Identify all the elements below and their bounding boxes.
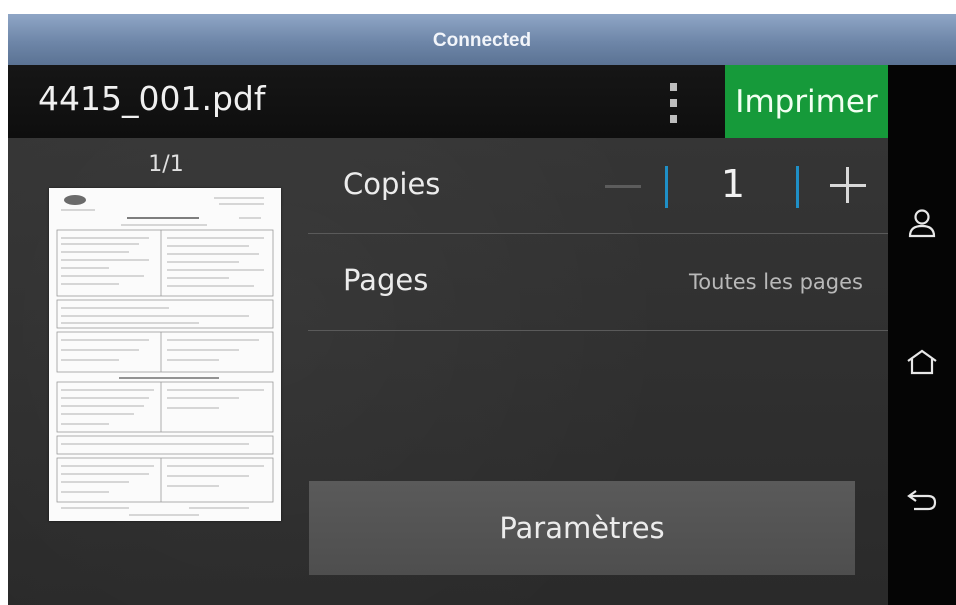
divider bbox=[308, 330, 888, 331]
copies-stepper: 1 bbox=[593, 156, 883, 216]
overflow-vertical-icon[interactable] bbox=[666, 83, 680, 123]
user-icon[interactable] bbox=[900, 202, 944, 246]
back-icon[interactable] bbox=[900, 477, 944, 521]
status-bar: Connected bbox=[8, 14, 956, 65]
menu-dot bbox=[669, 115, 677, 123]
home-icon[interactable] bbox=[900, 340, 944, 384]
copies-value[interactable]: 1 bbox=[693, 162, 773, 206]
menu-dot bbox=[669, 99, 677, 107]
title-bar: 4415_001.pdf Imprimer bbox=[8, 65, 888, 138]
plus-icon[interactable] bbox=[818, 156, 878, 216]
settings-button[interactable]: Paramètres bbox=[309, 481, 855, 575]
screen: Connected 4415_001.pdf Imprimer 1/1 Copi… bbox=[8, 14, 956, 605]
navigation-bar bbox=[888, 65, 956, 605]
menu-dot bbox=[669, 83, 677, 91]
home-icon-graphic bbox=[907, 349, 937, 375]
print-options-panel: 1/1 Copies 1 Pages Toutes les pages Para… bbox=[8, 138, 888, 605]
pages-label: Pages bbox=[343, 263, 429, 297]
copies-row: Copies 1 bbox=[343, 138, 888, 233]
user-icon-graphic bbox=[908, 209, 936, 238]
file-name: 4415_001.pdf bbox=[38, 79, 266, 118]
stepper-separator bbox=[796, 166, 799, 208]
page-counter: 1/1 bbox=[148, 152, 184, 177]
pages-row[interactable]: Pages Toutes les pages bbox=[343, 234, 888, 329]
status-text: Connected bbox=[432, 29, 532, 51]
pages-value[interactable]: Toutes les pages bbox=[689, 270, 863, 294]
back-icon-graphic bbox=[907, 490, 937, 511]
stepper-separator bbox=[665, 166, 668, 208]
document-preview-graphic bbox=[56, 195, 274, 516]
minus-icon[interactable] bbox=[593, 156, 653, 216]
copies-label: Copies bbox=[343, 167, 441, 201]
page-thumbnail[interactable] bbox=[49, 188, 281, 521]
print-button[interactable]: Imprimer bbox=[725, 65, 888, 138]
